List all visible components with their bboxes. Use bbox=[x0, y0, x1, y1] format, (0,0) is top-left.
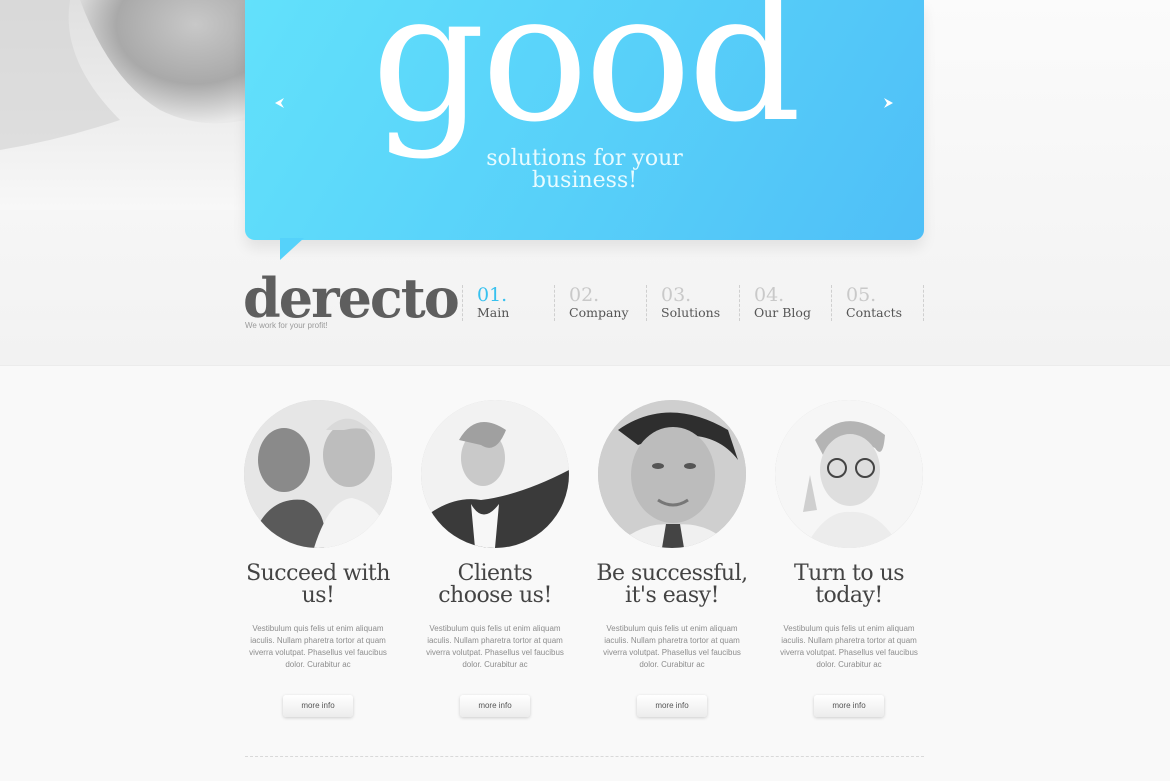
feature-card-successful: Be successful, it's easy! Vestibulum qui… bbox=[584, 400, 760, 717]
feature-card-clients: Clients choose us! Vestibulum quis felis… bbox=[407, 400, 583, 717]
feature-title: Clients choose us! bbox=[407, 563, 583, 607]
site-tagline: We work for your profit! bbox=[245, 321, 328, 330]
feature-title-line2: today! bbox=[815, 583, 883, 608]
nav-item-number: 02. bbox=[569, 284, 600, 306]
nav-item-label: Our Blog bbox=[754, 305, 811, 320]
feature-text: Vestibulum quis felis ut enim aliquam ia… bbox=[426, 624, 564, 669]
nav-item-solutions[interactable]: 03. Solutions bbox=[646, 285, 739, 321]
feature-title-line2: us! bbox=[301, 583, 335, 608]
slider-next-button[interactable] bbox=[880, 95, 896, 111]
feature-text: Vestibulum quis felis ut enim aliquam ia… bbox=[780, 624, 918, 669]
feature-card-turn-to-us: Turn to us today! Vestibulum quis felis … bbox=[761, 400, 937, 717]
more-info-button[interactable]: more info bbox=[637, 695, 707, 717]
nav-item-our-blog[interactable]: 04. Our Blog bbox=[739, 285, 831, 321]
hero-slider: good solutions for your business! bbox=[245, 0, 924, 240]
more-info-button[interactable]: more info bbox=[460, 695, 530, 717]
arrow-right-icon bbox=[884, 98, 893, 108]
feature-photo-team bbox=[244, 400, 392, 548]
slider-prev-button[interactable] bbox=[272, 95, 288, 111]
nav-item-main[interactable]: 01. Main bbox=[462, 285, 555, 321]
nav-item-label: Contacts bbox=[846, 305, 903, 320]
nav-item-label: Main bbox=[477, 305, 510, 320]
nav-item-contacts[interactable]: 05. Contacts bbox=[831, 285, 924, 321]
nav-item-number: 03. bbox=[661, 284, 692, 306]
nav-item-company[interactable]: 02. Company bbox=[554, 285, 647, 321]
nav-item-label: Solutions bbox=[661, 305, 721, 320]
more-info-button[interactable]: more info bbox=[283, 695, 353, 717]
feature-text: Vestibulum quis felis ut enim aliquam ia… bbox=[603, 624, 741, 669]
feature-text: Vestibulum quis felis ut enim aliquam ia… bbox=[249, 624, 387, 669]
decorative-towel-photo bbox=[0, 0, 245, 210]
feature-title: Succeed with us! bbox=[230, 563, 406, 607]
nav-item-number: 01. bbox=[477, 284, 508, 306]
hero-tagline-line1: solutions for your bbox=[486, 146, 683, 171]
hero-tagline-line2: business! bbox=[531, 168, 638, 193]
arrow-left-icon bbox=[275, 98, 284, 108]
feature-photo-man-phone bbox=[598, 400, 746, 548]
feature-title-line2: it's easy! bbox=[625, 583, 719, 608]
section-divider bbox=[245, 756, 924, 757]
hero-headline: good bbox=[371, 0, 801, 161]
nav-item-label: Company bbox=[569, 305, 629, 320]
feature-title: Turn to us today! bbox=[761, 563, 937, 607]
nav-item-number: 04. bbox=[754, 284, 785, 306]
more-info-button[interactable]: more info bbox=[814, 695, 884, 717]
feature-photo-woman-glasses bbox=[775, 400, 923, 548]
hero-speech-tail bbox=[280, 238, 304, 260]
hero-tagline: solutions for your business! bbox=[245, 148, 924, 192]
feature-card-succeed: Succeed with us! Vestibulum quis felis u… bbox=[230, 400, 406, 717]
nav-item-number: 05. bbox=[846, 284, 877, 306]
feature-title: Be successful, it's easy! bbox=[584, 563, 760, 607]
feature-title-line2: choose us! bbox=[438, 583, 552, 608]
feature-photo-happy-woman bbox=[421, 400, 569, 548]
